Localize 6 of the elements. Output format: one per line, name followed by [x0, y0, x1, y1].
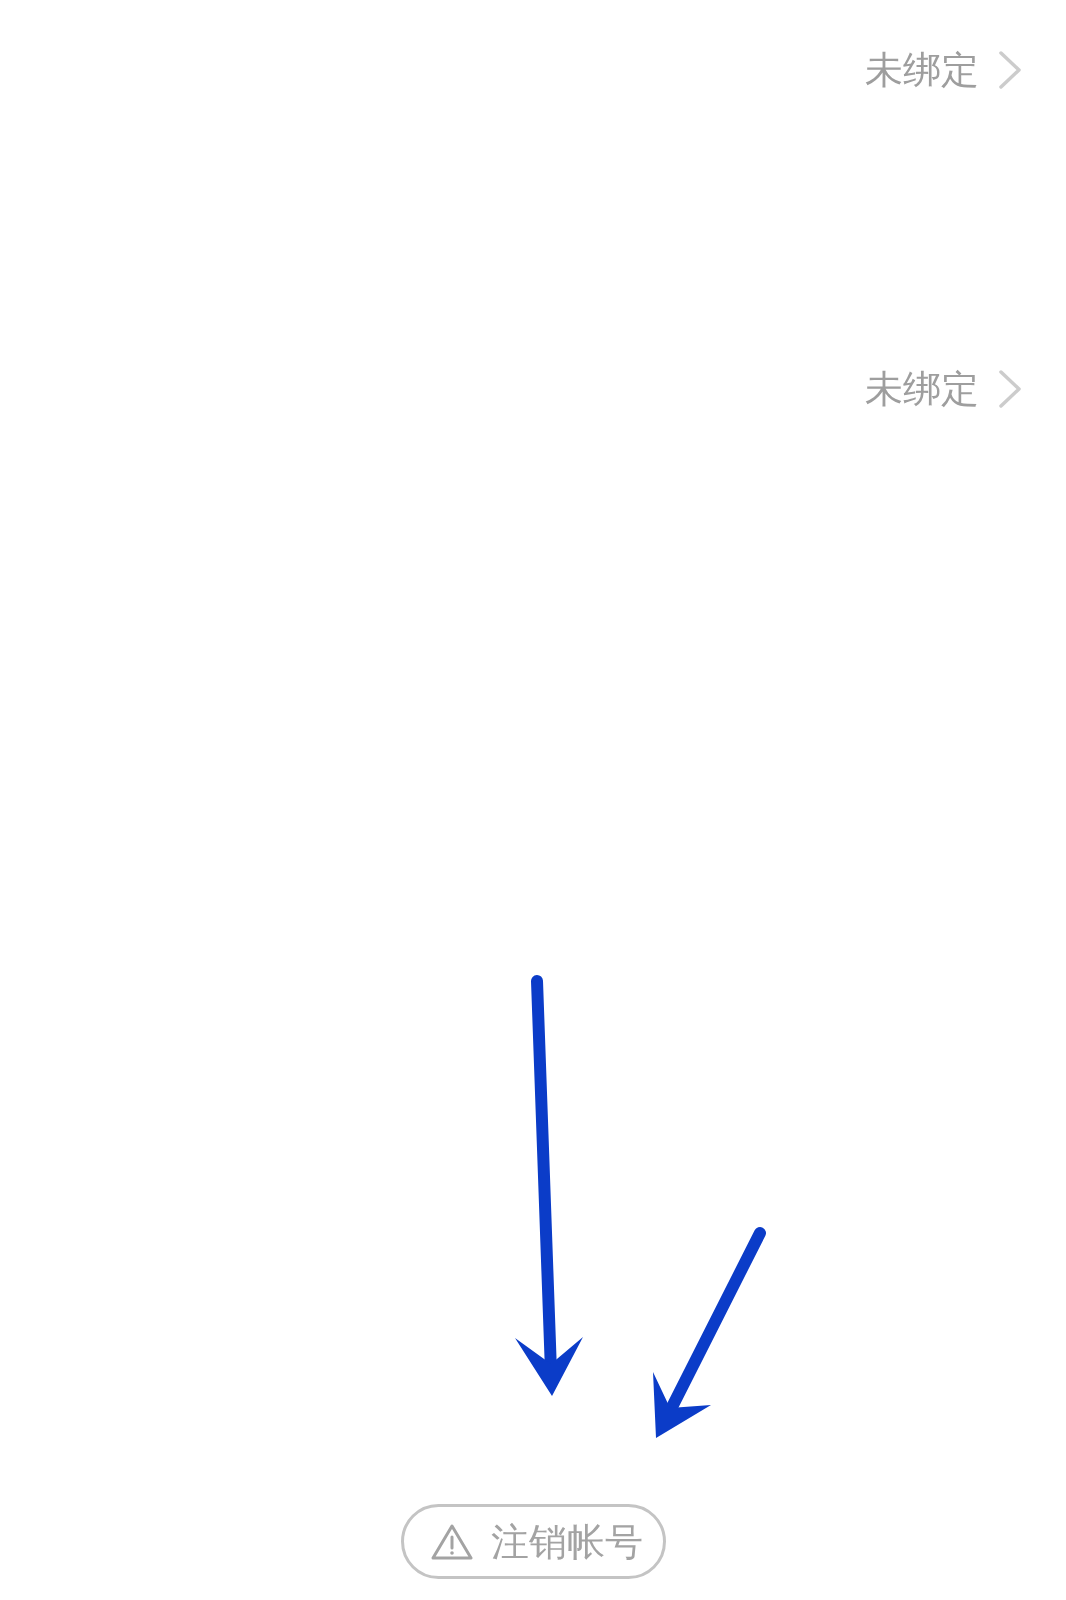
status-text: 未绑定: [865, 51, 979, 89]
delete-account-button[interactable]: 注销帐号: [400, 1504, 666, 1579]
chevron-right-icon[interactable]: [999, 51, 1021, 89]
chevron-right-icon[interactable]: [999, 370, 1021, 408]
warning-icon: [431, 1523, 473, 1560]
status-text: 未绑定: [865, 370, 979, 408]
